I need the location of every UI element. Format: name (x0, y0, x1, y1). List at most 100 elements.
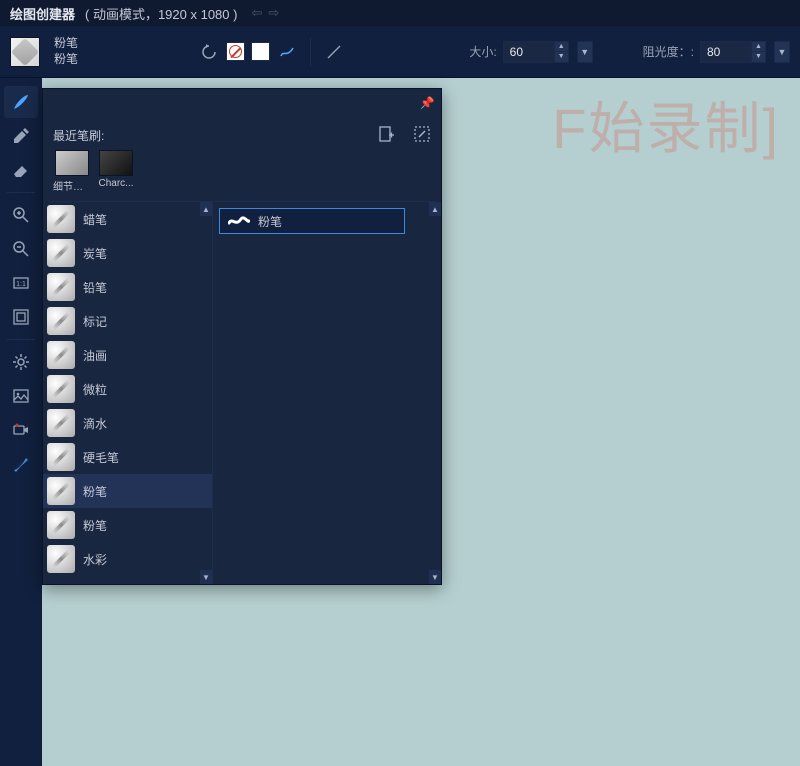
brush-panel: 📌 最近笔刷: 细节喷枪 Charc... ▲ 蜡笔炭笔铅笔标记油画微粒滴水硬毛… (42, 88, 442, 585)
brush-category-icon (47, 273, 75, 301)
brush-category-label: 粉笔 (83, 483, 107, 500)
no-blend-swatch-icon[interactable] (226, 42, 245, 61)
recent-brushes-row: 细节喷枪 Charc... (43, 146, 441, 201)
recent-brush-item[interactable]: 细节喷枪 (53, 150, 91, 193)
brush-category-list: ▲ 蜡笔炭笔铅笔标记油画微粒滴水硬毛笔粉笔粉笔水彩 ▼ (43, 202, 213, 584)
opacity-input[interactable] (701, 42, 751, 62)
size-spinbox[interactable]: ▲ ▼ (503, 41, 569, 63)
left-sidebar: 1:1 (0, 78, 42, 766)
brush-category-item[interactable]: 微粒 (43, 372, 212, 406)
brush-category-label: 粉笔 (83, 517, 107, 534)
brush-category-label: 油画 (83, 347, 107, 364)
opacity-increment-icon[interactable]: ▲ (752, 42, 765, 53)
brush-category-item[interactable]: 铅笔 (43, 270, 212, 304)
app-subtitle: ( 动画模式，1920 x 1080 ) (85, 4, 237, 23)
line-tool-icon[interactable] (323, 41, 345, 63)
brush-category-item[interactable]: 蜡笔 (43, 202, 212, 236)
brush-category-icon (47, 341, 75, 369)
brush-name-line1: 粉笔 (54, 36, 78, 52)
preset-stroke-icon (228, 215, 250, 227)
brush-name-line2: 粉笔 (54, 52, 78, 68)
brush-category-label: 微粒 (83, 381, 107, 398)
brush-category-icon (47, 443, 75, 471)
reset-brush-icon[interactable] (198, 41, 220, 63)
recent-brush-thumb-icon (55, 150, 89, 176)
settings-tool[interactable] (4, 346, 38, 378)
brush-category-item[interactable]: 粉笔 (43, 474, 212, 508)
foreground-color-swatch[interactable] (251, 42, 270, 61)
pin-panel-icon[interactable]: 📌 (419, 95, 435, 111)
zoom-out-tool[interactable] (4, 233, 38, 265)
eraser-tool[interactable] (4, 154, 38, 186)
sidebar-divider (7, 192, 35, 193)
size-dropdown-icon[interactable]: ▼ (577, 41, 593, 63)
brush-stroke-icon (11, 37, 39, 65)
history-nav: ⇦ ⇨ (251, 5, 279, 21)
image-tool[interactable] (4, 380, 38, 412)
svg-text:1:1: 1:1 (16, 281, 26, 288)
zoom-actual-tool[interactable]: 1:1 (4, 267, 38, 299)
brush-category-icon (47, 239, 75, 267)
brush-category-label: 炭笔 (83, 245, 107, 262)
app-title: 绘图创建器 (10, 4, 75, 23)
size-label: 大小: (469, 43, 496, 60)
brush-preset-item[interactable]: 粉笔 (219, 208, 405, 234)
title-bar: 绘图创建器 ( 动画模式，1920 x 1080 ) ⇦ ⇨ (0, 0, 800, 26)
brush-category-icon (47, 375, 75, 403)
size-increment-icon[interactable]: ▲ (555, 42, 568, 53)
opacity-param: 阻光度：: ▲ ▼ ▼ (643, 41, 790, 63)
eyedropper-tool[interactable] (4, 120, 38, 152)
record-tool[interactable] (4, 414, 38, 446)
brush-name-column: 粉笔 粉笔 (54, 36, 78, 67)
recent-brush-item[interactable]: Charc... (97, 150, 135, 193)
brush-category-icon (47, 477, 75, 505)
opacity-decrement-icon[interactable]: ▼ (752, 52, 765, 62)
brush-category-label: 标记 (83, 313, 107, 330)
brush-category-item[interactable]: 标记 (43, 304, 212, 338)
recording-watermark: F始录制] (552, 84, 780, 165)
brush-category-item[interactable]: 硬毛笔 (43, 440, 212, 474)
opacity-dropdown-icon[interactable]: ▼ (774, 41, 790, 63)
size-input[interactable] (504, 42, 554, 62)
recent-brush-thumb-icon (99, 150, 133, 176)
freehand-stroke-icon[interactable] (276, 41, 298, 63)
brush-category-item[interactable]: 炭笔 (43, 236, 212, 270)
preset-label: 粉笔 (258, 213, 282, 230)
opacity-spinbox[interactable]: ▲ ▼ (700, 41, 766, 63)
nav-forward-icon[interactable]: ⇨ (268, 5, 279, 21)
toolbar: 粉笔 粉笔 大小: ▲ ▼ ▼ 阻光度：: (0, 26, 800, 78)
recent-brush-label: Charc... (97, 178, 135, 189)
opacity-label: 阻光度：: (643, 43, 694, 60)
brush-category-label: 硬毛笔 (83, 449, 119, 466)
nav-back-icon[interactable]: ⇦ (251, 5, 262, 21)
brush-mode-group (198, 38, 345, 66)
effects-tool[interactable] (4, 448, 38, 480)
recent-brushes-label: 最近笔刷: (53, 127, 104, 144)
brush-category-icon (47, 205, 75, 233)
brush-preview[interactable] (10, 37, 40, 67)
brush-category-item[interactable]: 水彩 (43, 542, 212, 576)
brush-category-icon (47, 409, 75, 437)
category-scroll-up-icon[interactable]: ▲ (200, 202, 212, 216)
zoom-fit-tool[interactable] (4, 301, 38, 333)
brush-category-icon (47, 545, 75, 573)
brush-category-item[interactable]: 滴水 (43, 406, 212, 440)
toolbar-separator (310, 38, 311, 66)
brush-category-item[interactable]: 油画 (43, 338, 212, 372)
brush-category-label: 滴水 (83, 415, 107, 432)
size-decrement-icon[interactable]: ▼ (555, 52, 568, 62)
sidebar-divider (7, 339, 35, 340)
brush-category-item[interactable]: 粉笔 (43, 508, 212, 542)
preset-scroll-up-icon[interactable]: ▲ (429, 202, 441, 216)
recent-brush-label: 细节喷枪 (53, 178, 91, 193)
preset-scroll-down-icon[interactable]: ▼ (429, 570, 441, 584)
brush-category-label: 铅笔 (83, 279, 107, 296)
brush-tool[interactable] (4, 86, 38, 118)
zoom-in-tool[interactable] (4, 199, 38, 231)
new-brush-icon[interactable] (377, 125, 395, 143)
category-scroll-down-icon[interactable]: ▼ (200, 570, 212, 584)
brush-settings-icon[interactable] (413, 125, 431, 143)
brush-category-icon (47, 511, 75, 539)
brush-category-label: 水彩 (83, 551, 107, 568)
brush-category-icon (47, 307, 75, 335)
